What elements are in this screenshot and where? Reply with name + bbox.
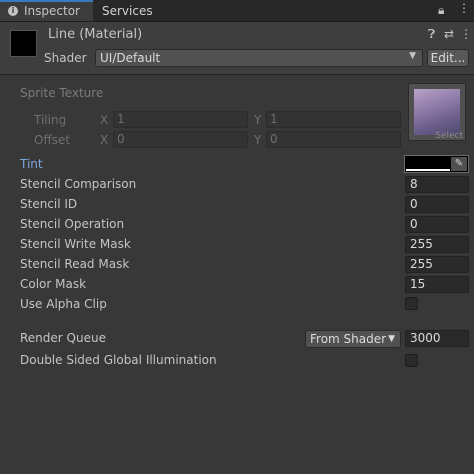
render-queue-dropdown[interactable]: From Shader ▼ bbox=[305, 330, 401, 348]
render-queue-mode: From Shader bbox=[310, 332, 387, 346]
offset-y-field[interactable]: 0 bbox=[266, 131, 401, 148]
shader-dropdown[interactable]: UI/Default ▼ bbox=[95, 49, 423, 67]
use-alpha-clip-toggle[interactable] bbox=[405, 297, 418, 310]
stencil-comparison-field[interactable]: 8 bbox=[405, 176, 469, 193]
chevron-down-icon: ▼ bbox=[409, 51, 416, 61]
shader-value: UI/Default bbox=[100, 51, 161, 65]
offset-y-label: Y bbox=[254, 133, 262, 147]
tiling-y-label: Y bbox=[254, 113, 262, 127]
color-mask-label: Color Mask bbox=[20, 277, 87, 291]
kebab-menu-icon[interactable]: ⋮ bbox=[460, 27, 472, 41]
tint-label: Tint bbox=[20, 157, 43, 171]
tiling-x-field[interactable]: 1 bbox=[113, 111, 248, 128]
double-sided-gi-toggle[interactable] bbox=[405, 354, 418, 367]
chevron-down-icon: ▼ bbox=[388, 334, 395, 344]
stencil-write-mask-field[interactable]: 255 bbox=[405, 236, 469, 253]
tint-alpha-bar bbox=[406, 169, 450, 171]
sprite-texture-slot[interactable]: Select bbox=[408, 83, 466, 141]
shader-label: Shader bbox=[44, 51, 87, 65]
eyedropper-icon[interactable]: ✎ bbox=[451, 157, 467, 171]
preset-icon[interactable]: ⇄ bbox=[444, 27, 454, 41]
tab-inspector-label: Inspector bbox=[24, 4, 80, 18]
tab-services[interactable]: Services bbox=[102, 0, 153, 21]
offset-x-label: X bbox=[100, 133, 109, 147]
tint-color-field[interactable]: ✎ bbox=[404, 155, 469, 173]
window-tab-bar: i Inspector Services 🔒︎ ⋮ bbox=[0, 0, 474, 22]
stencil-operation-label: Stencil Operation bbox=[20, 217, 125, 231]
tiling-x-label: X bbox=[100, 113, 109, 127]
sprite-texture-label: Sprite Texture bbox=[20, 86, 104, 100]
render-queue-field[interactable]: 3000 bbox=[405, 330, 469, 347]
offset-label: Offset bbox=[34, 133, 71, 147]
material-preview-swatch bbox=[10, 30, 37, 57]
help-icon[interactable]: ❓︎ bbox=[428, 27, 435, 42]
tab-inspector[interactable]: i Inspector bbox=[0, 0, 93, 21]
info-icon: i bbox=[8, 6, 18, 16]
tiling-label: Tiling bbox=[34, 113, 67, 127]
color-mask-field[interactable]: 15 bbox=[405, 276, 469, 293]
stencil-write-mask-label: Stencil Write Mask bbox=[20, 237, 131, 251]
stencil-read-mask-label: Stencil Read Mask bbox=[20, 257, 130, 271]
offset-x-field[interactable]: 0 bbox=[113, 131, 248, 148]
edit-shader-button[interactable]: Edit... bbox=[427, 49, 469, 67]
tiling-y-field[interactable]: 1 bbox=[266, 111, 401, 128]
stencil-comparison-label: Stencil Comparison bbox=[20, 177, 137, 191]
render-queue-label: Render Queue bbox=[20, 331, 106, 345]
material-title: Line (Material) bbox=[48, 27, 143, 42]
kebab-menu-icon[interactable]: ⋮ bbox=[458, 1, 470, 15]
stencil-id-label: Stencil ID bbox=[20, 197, 78, 211]
texture-select-button[interactable]: Select bbox=[435, 131, 463, 141]
stencil-id-field[interactable]: 0 bbox=[405, 196, 469, 213]
stencil-read-mask-field[interactable]: 255 bbox=[405, 256, 469, 273]
lock-icon[interactable]: 🔒︎ bbox=[438, 3, 444, 18]
texture-thumbnail bbox=[414, 89, 460, 135]
double-sided-gi-label: Double Sided Global Illumination bbox=[20, 353, 217, 367]
use-alpha-clip-label: Use Alpha Clip bbox=[20, 297, 107, 311]
stencil-operation-field[interactable]: 0 bbox=[405, 216, 469, 233]
